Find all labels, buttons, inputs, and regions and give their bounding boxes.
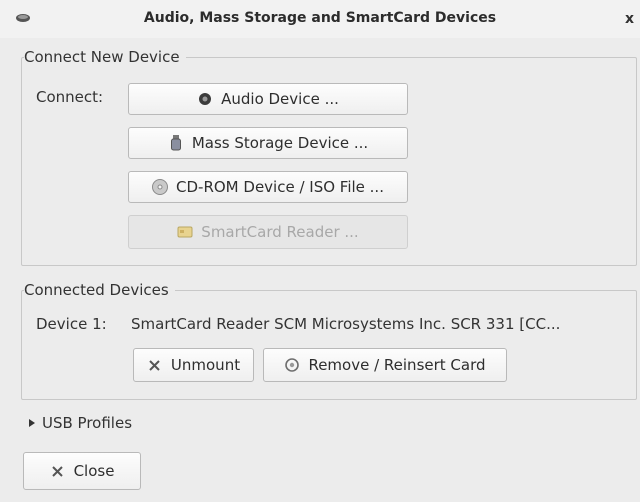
- window-title: Audio, Mass Storage and SmartCard Device…: [143, 10, 497, 26]
- audio-device-label: Audio Device ...: [221, 90, 339, 108]
- expand-arrow-icon: [28, 415, 36, 431]
- smartcard-reader-label: SmartCard Reader ...: [201, 223, 359, 241]
- smartcard-reader-button[interactable]: SmartCard Reader ...: [128, 215, 408, 249]
- title-bar: Audio, Mass Storage and SmartCard Device…: [0, 0, 640, 38]
- speaker-icon: [197, 91, 213, 107]
- connected-devices-group: [21, 290, 637, 400]
- close-button[interactable]: Close: [23, 452, 141, 490]
- usb-profiles-expander[interactable]: USB Profiles: [28, 414, 132, 432]
- disc-icon: [152, 179, 169, 195]
- unmount-button[interactable]: Unmount: [133, 348, 254, 382]
- mass-storage-button[interactable]: Mass Storage Device ...: [128, 127, 408, 159]
- smartcard-icon: [177, 224, 193, 240]
- device-1-name: SmartCard Reader SCM Microsystems Inc. S…: [131, 315, 561, 333]
- usb-drive-icon: [168, 135, 184, 151]
- connect-new-device-label: Connect New Device: [24, 48, 186, 66]
- usb-profiles-label: USB Profiles: [42, 414, 133, 432]
- connect-label: Connect:: [36, 88, 104, 106]
- remove-reinsert-card-label: Remove / Reinsert Card: [308, 356, 486, 374]
- window-close-button[interactable]: x: [625, 11, 634, 27]
- close-icon: [147, 357, 163, 373]
- connected-devices-label: Connected Devices: [24, 281, 175, 299]
- remove-reinsert-card-button[interactable]: Remove / Reinsert Card: [263, 348, 507, 382]
- cdrom-label: CD-ROM Device / ISO File ...: [176, 178, 384, 196]
- close-label: Close: [73, 462, 115, 480]
- refresh-icon: [284, 357, 300, 373]
- audio-device-button[interactable]: Audio Device ...: [128, 83, 408, 115]
- mass-storage-label: Mass Storage Device ...: [191, 134, 369, 152]
- cdrom-button[interactable]: CD-ROM Device / ISO File ...: [128, 171, 408, 203]
- device-1-label: Device 1:: [36, 315, 107, 333]
- close-icon: [50, 463, 66, 479]
- unmount-label: Unmount: [170, 356, 241, 374]
